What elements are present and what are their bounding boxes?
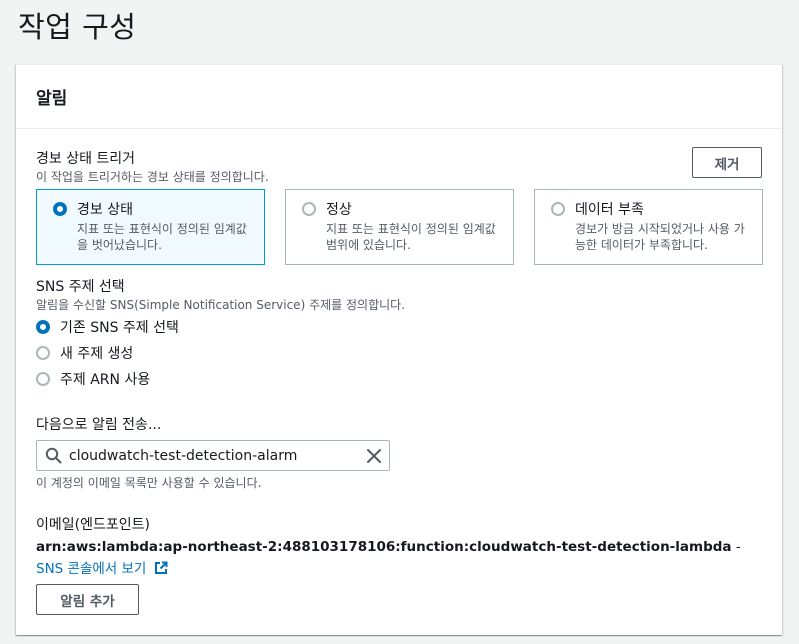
tile-description: 경보가 방금 시작되었거나 사용 가능한 데이터가 부족합니다. — [575, 222, 745, 252]
sns-console-link-label: SNS 콘솔에서 보기 — [36, 561, 147, 577]
tile-description: 지표 또는 표현식이 정의된 임계값을 벗어났습니다. — [77, 222, 247, 252]
tile-title: 데이터 부족 — [575, 202, 644, 218]
tile-title: 정상 — [326, 202, 352, 218]
panel-title: 알림 — [36, 89, 68, 109]
option-label: 주제 ARN 사용 — [60, 372, 151, 388]
endpoint-separator: - — [731, 539, 741, 555]
endpoint-value: arn:aws:lambda:ap-northeast-2:4881031781… — [36, 536, 766, 580]
radio-topic-arn[interactable] — [36, 372, 50, 386]
radio-insufficient-data[interactable] — [551, 202, 565, 216]
topic-search-field[interactable] — [36, 440, 390, 471]
endpoint-arn: arn:aws:lambda:ap-northeast-2:4881031781… — [36, 539, 732, 555]
search-icon — [45, 447, 62, 464]
topic-search-input[interactable] — [69, 445, 349, 466]
radio-existing-topic[interactable] — [36, 320, 50, 334]
option-label: 기존 SNS 주제 선택 — [60, 320, 179, 336]
trigger-label: 경보 상태 트리거 — [36, 151, 136, 167]
radio-new-topic[interactable] — [36, 346, 50, 360]
sns-description: 알림을 수신할 SNS(Simple Notification Service)… — [36, 298, 406, 312]
trigger-description: 이 작업을 트리거하는 경보 상태를 정의합니다. — [36, 170, 269, 184]
tile-description: 지표 또는 표현식이 정의된 임계값 범위에 있습니다. — [326, 222, 496, 252]
clear-icon[interactable] — [366, 448, 382, 464]
send-to-hint: 이 계정의 이메일 목록만 사용할 수 있습니다. — [36, 476, 262, 490]
endpoint-label: 이메일(엔드포인트) — [36, 517, 150, 533]
send-to-label: 다음으로 알림 전송... — [36, 417, 162, 433]
panel-header: 알림 — [16, 65, 782, 129]
add-notification-button[interactable]: 알림 추가 — [36, 584, 139, 615]
external-link-icon — [154, 561, 168, 574]
radio-ok[interactable] — [302, 202, 316, 216]
tile-in-alarm[interactable]: 경보 상태 지표 또는 표현식이 정의된 임계값을 벗어났습니다. — [36, 189, 265, 265]
tile-insufficient-data[interactable]: 데이터 부족 경보가 방금 시작되었거나 사용 가능한 데이터가 부족합니다. — [534, 189, 763, 265]
sns-label: SNS 주제 선택 — [36, 279, 125, 295]
remove-button[interactable]: 제거 — [692, 147, 762, 178]
sns-console-link[interactable]: SNS 콘솔에서 보기 — [36, 561, 168, 577]
option-label: 새 주제 생성 — [60, 346, 134, 362]
tile-title: 경보 상태 — [77, 202, 133, 218]
notification-panel: 알림 경보 상태 트리거 이 작업을 트리거하는 경보 상태를 정의합니다. 제… — [16, 64, 782, 635]
radio-in-alarm[interactable] — [53, 202, 67, 216]
page-title: 작업 구성 — [18, 10, 137, 44]
tile-ok[interactable]: 정상 지표 또는 표현식이 정의된 임계값 범위에 있습니다. — [285, 189, 514, 265]
